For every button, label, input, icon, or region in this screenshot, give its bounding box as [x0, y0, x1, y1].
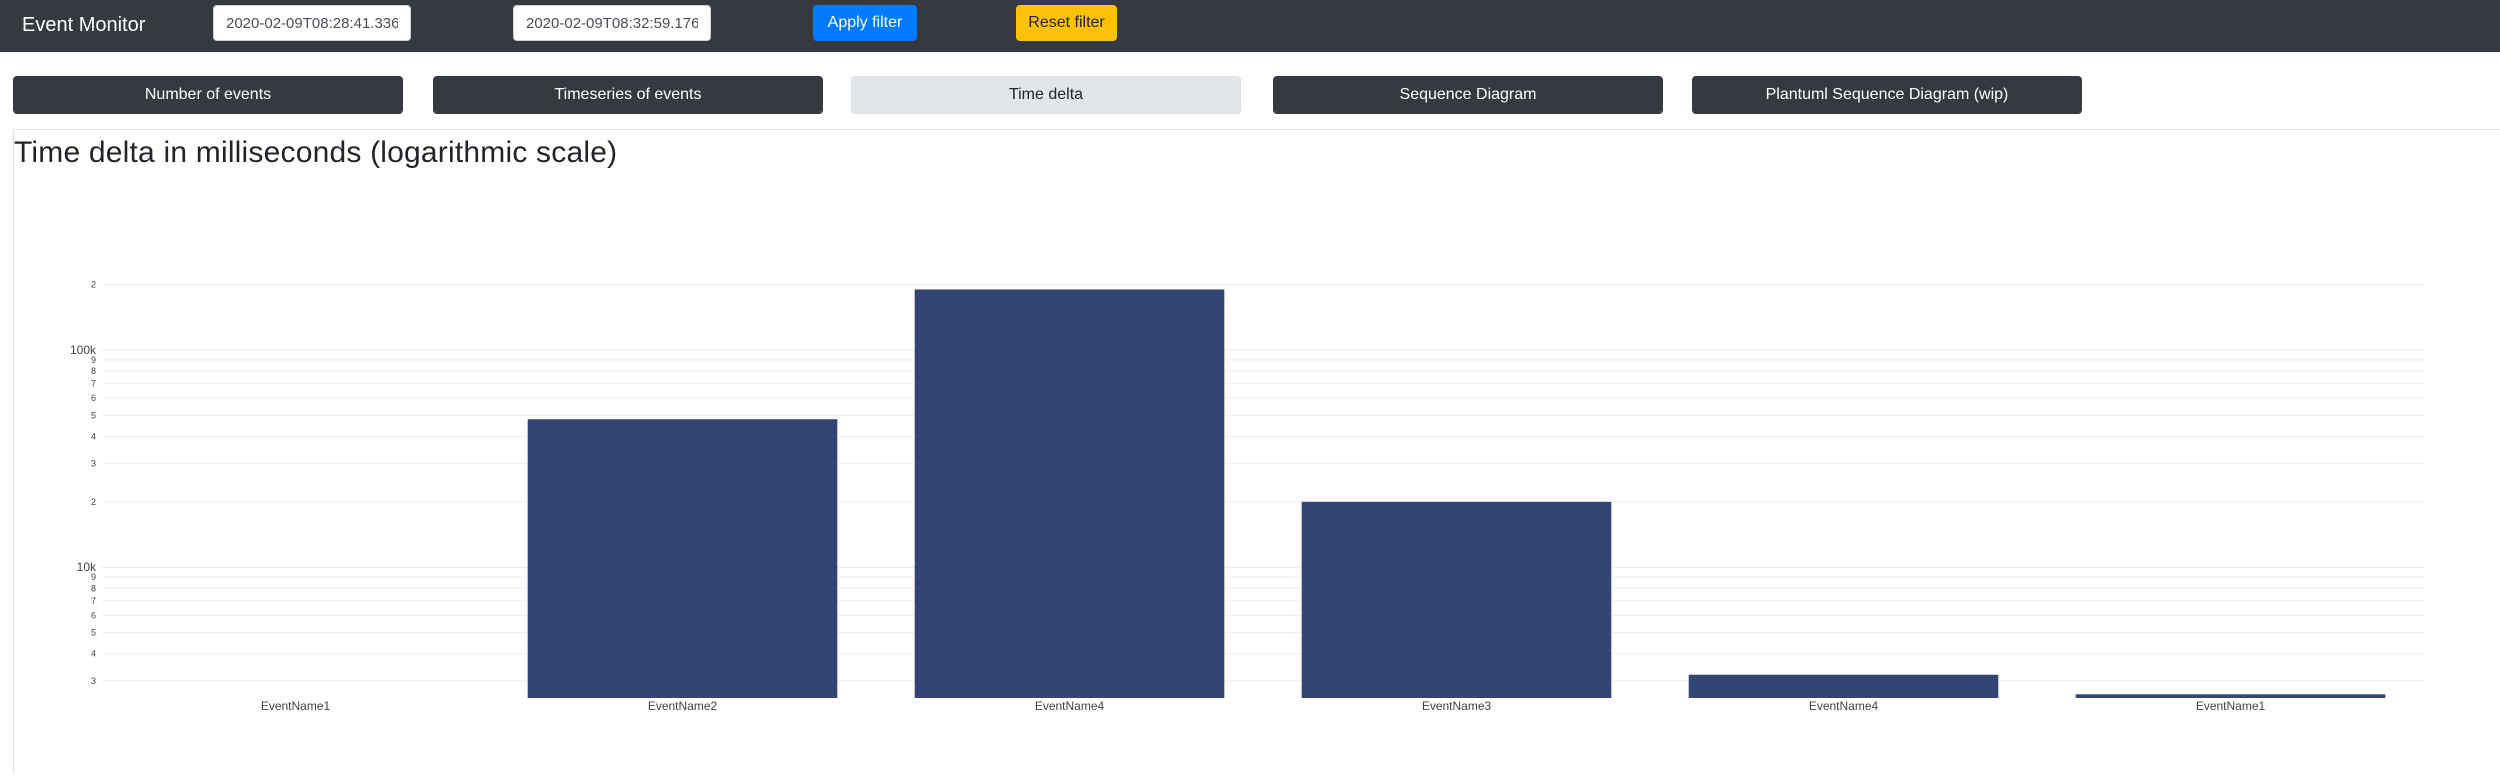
y-tick-label: 3 — [91, 676, 96, 686]
x-tick-label: EventName3 — [1422, 699, 1492, 713]
x-tick-label: EventName4 — [1035, 699, 1105, 713]
bar[interactable] — [914, 289, 1225, 698]
y-tick-label: 8 — [91, 366, 96, 376]
y-tick-label: 6 — [91, 610, 96, 620]
tab-sequence-diagram[interactable]: Sequence Diagram — [1273, 76, 1663, 114]
y-tick-label: 7 — [91, 379, 96, 389]
y-tick-label: 6 — [91, 393, 96, 403]
start-datetime-input[interactable] — [213, 5, 411, 41]
reset-filter-button[interactable]: Reset filter — [1016, 5, 1117, 41]
tab-number-of-events[interactable]: Number of events — [13, 76, 403, 114]
y-tick-label: 100k — [70, 343, 97, 357]
y-tick-label: 5 — [91, 628, 96, 638]
y-tick-label: 8 — [91, 583, 96, 593]
chart-panel: Time delta in milliseconds (logarithmic … — [13, 129, 2500, 774]
y-tick-label: 7 — [91, 596, 96, 606]
end-datetime-input[interactable] — [513, 5, 711, 41]
y-tick-label: 4 — [91, 649, 96, 659]
y-tick-label: 2 — [91, 497, 96, 507]
y-tick-label: 2 — [91, 280, 96, 290]
x-tick-label: EventName1 — [261, 699, 331, 713]
tab-time-delta[interactable]: Time delta — [851, 76, 1241, 114]
y-tick-label: 3 — [91, 459, 96, 469]
bar[interactable] — [2075, 694, 2386, 698]
y-tick-label: 5 — [91, 410, 96, 420]
x-tick-label: EventName1 — [2196, 699, 2266, 713]
bar[interactable] — [527, 419, 838, 698]
apply-filter-button[interactable]: Apply filter — [813, 5, 917, 41]
top-navbar: Event Monitor Apply filter Reset filter — [0, 0, 2500, 52]
bar[interactable] — [1688, 674, 1999, 698]
app-brand[interactable]: Event Monitor — [22, 12, 145, 38]
time-delta-bar-chart[interactable]: 345678910k23456789100k2EventName1 EventNa… — [14, 130, 2500, 775]
x-tick-label: EventName4 — [1809, 699, 1879, 713]
bar[interactable] — [1301, 501, 1612, 698]
y-tick-label: 4 — [91, 431, 96, 441]
y-tick-label: 10k — [77, 560, 97, 574]
tab-plantuml-sequence-diagram[interactable]: Plantuml Sequence Diagram (wip) — [1692, 76, 2082, 114]
x-tick-label: EventName2 — [648, 699, 718, 713]
tab-timeseries-of-events[interactable]: Timeseries of events — [433, 76, 823, 114]
